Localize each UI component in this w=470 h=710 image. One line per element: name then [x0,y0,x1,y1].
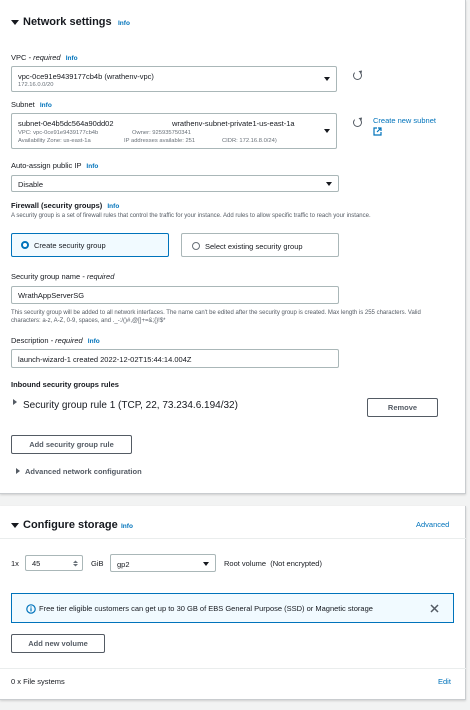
expand-advanced-icon[interactable] [16,468,20,474]
subnet-label: Subnet Info [11,100,52,109]
create-sg-option[interactable]: Create security group [11,233,169,257]
sg-rule-1[interactable]: Security group rule 1 (TCP, 22, 73.234.6… [23,400,238,411]
volume-type-select[interactable]: gp2 [110,554,216,572]
sg-name-input[interactable]: WrathAppServerSG [11,286,339,304]
stepper-icon[interactable] [72,559,79,568]
subnet-cidr: CIDR: 172.16.8.0/24) [222,138,277,144]
collapse-storage-icon[interactable] [11,523,19,528]
vpc-info-link[interactable]: Info [66,55,78,62]
add-sg-rule-button[interactable]: Add security group rule [11,435,132,454]
vpc-label: VPC - required Info [11,53,78,62]
network-settings-title: Network settings [23,16,112,28]
file-systems-count: 0 x File systems [11,677,65,686]
collapse-caret-icon[interactable] [11,20,19,25]
existing-sg-radio[interactable] [192,242,200,250]
description-value: launch-wizard-1 created 2022-12-02T15:44… [18,355,192,364]
subnet-id: subnet-0e4b5dc564a90dd02 [18,119,114,128]
info-icon [26,604,36,614]
auto-assign-value: Disable [18,180,44,189]
volume-size-value: 45 [32,559,41,568]
volume-type-value: gp2 [117,560,130,569]
firewall-label: Firewall (security groups) Info [11,201,120,210]
volume-multiplier: 1x [11,559,19,568]
existing-sg-option[interactable]: Select existing security group [181,233,339,257]
divider [0,538,466,539]
firewall-description: A security group is a set of firewall ru… [11,213,371,219]
external-link-icon[interactable] [373,127,382,136]
vpc-cidr: 172.16.0.0/20 [18,82,54,88]
firewall-info-link[interactable]: Info [107,203,119,210]
file-systems-edit-link[interactable]: Edit [438,677,451,686]
free-tier-notice: Free tier eligible customers can get up … [11,593,454,623]
volume-unit: GiB [91,559,104,568]
sg-name-label: Security group name - required [11,272,115,281]
vpc-select[interactable]: vpc-0ce91e9439177cb4b (wrathenv-vpc) 172… [11,66,337,92]
subnet-vpc: VPC: vpc-0ce91e9439177cb4b [18,130,99,136]
configure-storage-panel: Configure storage Info Advanced 1x 45 Gi… [0,506,466,700]
subnet-name: wrathenv-subnet-private1-us-east-1a [172,119,295,128]
storage-info-link[interactable]: Info [121,523,133,530]
storage-advanced-link[interactable]: Advanced [416,520,449,529]
volume-size-input[interactable]: 45 [25,555,83,571]
advanced-network-config[interactable]: Advanced network configuration [25,467,142,476]
vpc-dropdown-icon [324,77,330,81]
description-input[interactable]: launch-wizard-1 created 2022-12-02T15:44… [11,349,339,368]
description-info-link[interactable]: Info [88,338,100,345]
vpc-value: vpc-0ce91e9439177cb4b (wrathenv-vpc) [18,72,154,81]
subnet-ips: IP addresses available: 251 [124,138,196,144]
existing-sg-label: Select existing security group [205,242,303,251]
inbound-rules-title: Inbound security groups rules [11,380,119,389]
subnet-refresh-icon[interactable] [353,118,362,127]
auto-assign-info-link[interactable]: Info [86,163,98,170]
description-label: Description - required Info [11,336,100,345]
subnet-select[interactable]: subnet-0e4b5dc564a90dd02 wrathenv-subnet… [11,113,337,149]
subnet-info-link[interactable]: Info [40,102,52,109]
expand-rule-icon[interactable] [13,399,17,405]
network-info-link[interactable]: Info [118,20,130,27]
configure-storage-title: Configure storage [23,519,118,531]
create-sg-label: Create security group [34,241,106,250]
network-settings-panel: Network settings Info VPC - required Inf… [0,0,466,494]
auto-assign-label: Auto-assign public IP Info [11,161,99,170]
sg-name-value: WrathAppServerSG [18,291,85,300]
auto-assign-select[interactable]: Disable [11,175,339,192]
remove-rule-button[interactable]: Remove [367,398,438,417]
volume-type-dropdown-icon [203,562,209,566]
auto-assign-dropdown-icon [326,182,332,186]
close-icon[interactable] [430,604,439,613]
root-volume-label: Root volume (Not encrypted) [224,559,322,568]
divider [0,668,466,669]
create-subnet-link[interactable]: Create new subnet [373,116,436,125]
vpc-refresh-icon[interactable] [353,71,362,80]
create-sg-radio[interactable] [21,241,29,249]
subnet-owner: Owner: 925935750341 [132,130,191,136]
free-tier-notice-text: Free tier eligible customers can get up … [39,604,373,613]
subnet-az: Availability Zone: us-east-1a [18,138,91,144]
sg-name-description: This security group will be added to all… [11,310,421,324]
subnet-dropdown-icon [324,129,330,133]
add-new-volume-button[interactable]: Add new volume [11,634,105,653]
